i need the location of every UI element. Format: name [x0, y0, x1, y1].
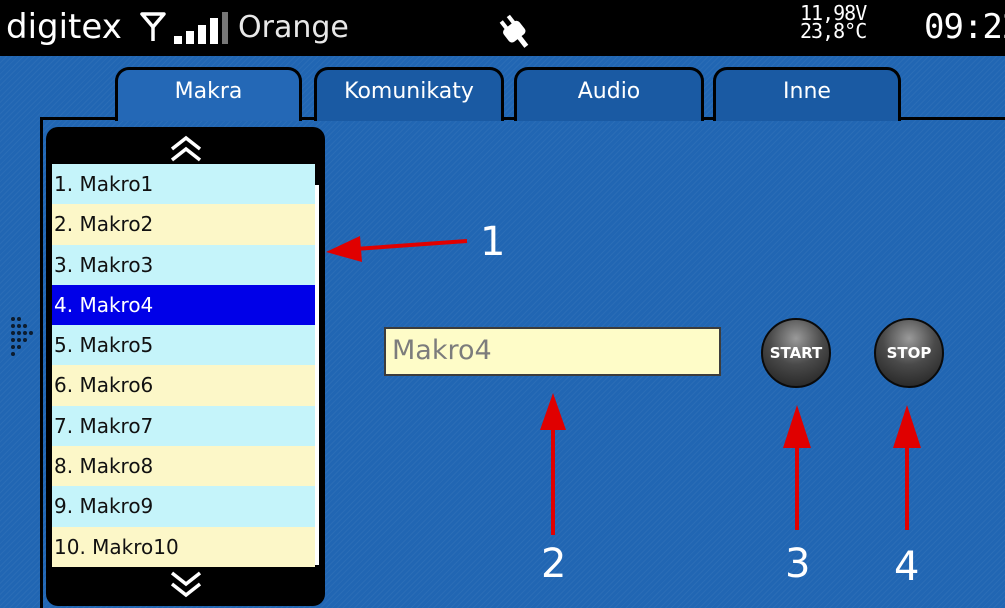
brand-logo: digitex — [6, 7, 122, 47]
macro-list: 1. Makro1 2. Makro2 3. Makro3 4. Makro4 … — [52, 164, 315, 567]
macro-name-field[interactable]: Makro4 — [384, 327, 721, 376]
tab-label: Audio — [577, 79, 641, 104]
list-item[interactable]: 6. Makro6 — [52, 365, 315, 406]
list-item[interactable]: 8. Makro8 — [52, 446, 315, 487]
annotation-label: 3 — [785, 541, 811, 587]
status-bar: digitex Orange 11,98V 23,8°C 09:22 — [0, 0, 1005, 56]
clock: 09:22 — [924, 7, 1005, 47]
list-scrollbar[interactable] — [315, 185, 319, 565]
list-item[interactable]: 1. Makro1 — [52, 164, 315, 205]
tab-label: Komunikaty — [344, 79, 474, 104]
annotation-label: 2 — [541, 541, 567, 587]
tab-komunikaty[interactable]: Komunikaty — [314, 67, 504, 121]
start-button[interactable]: START — [761, 318, 831, 388]
macro-listbox: 1. Makro1 2. Makro2 3. Makro3 4. Makro4 … — [46, 127, 325, 606]
list-item[interactable]: 7. Makro7 — [52, 405, 315, 447]
stop-button[interactable]: STOP — [874, 318, 944, 388]
drag-handle-icon[interactable] — [8, 313, 38, 359]
scroll-up-icon[interactable] — [166, 135, 206, 163]
annotation-label: 4 — [894, 544, 920, 590]
list-item[interactable]: 3. Makro3 — [52, 244, 315, 285]
tab-label: Makra — [174, 79, 243, 104]
list-item-selected[interactable]: 4. Makro4 — [52, 284, 315, 326]
antenna-icon — [140, 12, 166, 41]
list-item[interactable]: 5. Makro5 — [52, 325, 315, 366]
app-screen: digitex Orange 11,98V 23,8°C 09:22 — [0, 0, 1005, 608]
tab-inne[interactable]: Inne — [713, 67, 901, 121]
power-plug-icon — [499, 14, 529, 48]
scroll-down-icon[interactable] — [166, 570, 206, 598]
tab-audio[interactable]: Audio — [514, 67, 704, 121]
power-readout: 11,98V 23,8°C — [800, 3, 867, 43]
tab-makra[interactable]: Makra — [115, 67, 302, 121]
temperature-value: 23,8°C — [800, 19, 867, 43]
annotation-label: 1 — [480, 219, 506, 265]
list-item[interactable]: 9. Makro9 — [52, 486, 315, 527]
signal-strength-icon — [174, 12, 228, 44]
carrier-name: Orange — [238, 10, 349, 45]
tab-label: Inne — [783, 79, 831, 104]
list-item[interactable]: 2. Makro2 — [52, 204, 315, 245]
list-item[interactable]: 10. Makro10 — [52, 526, 315, 567]
